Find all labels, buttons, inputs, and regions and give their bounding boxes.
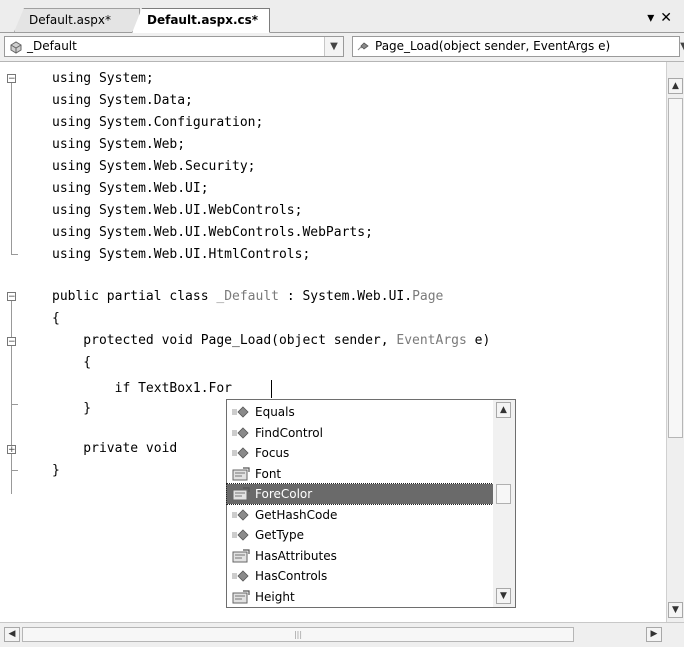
completion-item-label: Height <box>255 589 295 604</box>
tab-default-aspx-cs[interactable]: Default.aspx.cs* <box>132 8 270 33</box>
code-line: using System.Web.Security; <box>52 159 256 174</box>
code-line: using System.Configuration; <box>52 115 264 130</box>
property-icon <box>231 466 251 481</box>
completion-item-label: HasControls <box>255 569 328 583</box>
chevron-down-icon[interactable]: ▼ <box>675 37 684 56</box>
completion-item-label: Equals <box>255 405 295 419</box>
completion-item[interactable]: HasControls <box>227 566 493 586</box>
code-text: : System.Web.UI. <box>279 289 413 304</box>
completion-list-scrollbar-thumb[interactable] <box>496 484 511 504</box>
completion-item[interactable]: GetHashCode <box>227 505 493 525</box>
scroll-down-icon[interactable]: ▼ <box>496 588 511 604</box>
method-icon <box>231 405 251 419</box>
completion-item[interactable]: Equals <box>227 402 493 422</box>
class-icon <box>10 41 22 54</box>
code-line: } <box>52 463 60 478</box>
completion-item[interactable]: Height <box>227 587 493 607</box>
scroll-left-icon[interactable]: ◀ <box>4 627 20 642</box>
code-line: { <box>52 355 92 370</box>
tab-default-aspx[interactable]: Default.aspx* <box>14 8 140 32</box>
code-line: using System.Web.UI.WebControls; <box>52 203 303 218</box>
code-line: using System.Data; <box>52 93 193 108</box>
class-selector-dropdown[interactable]: _Default ▼ <box>4 36 344 57</box>
completion-list-scrollbar[interactable]: ▲ ▼ <box>493 400 515 607</box>
completion-item[interactable]: FindControl <box>227 423 493 443</box>
scroll-up-icon[interactable]: ▲ <box>496 402 511 418</box>
completion-item-label: Font <box>255 466 282 481</box>
code-text: public partial class <box>52 289 217 304</box>
completion-item-label: GetType <box>255 528 304 542</box>
method-icon <box>231 569 251 583</box>
completion-item[interactable]: ForeColor <box>226 483 494 505</box>
method-icon <box>231 446 251 460</box>
completion-item[interactable]: Focus <box>227 443 493 463</box>
vertical-scrollbar-thumb[interactable] <box>668 98 683 438</box>
tab-controls: ▾✕ <box>647 10 678 26</box>
code-line: } <box>52 401 92 416</box>
outline-guide <box>11 254 18 255</box>
expand-icon[interactable]: + <box>7 445 16 455</box>
code-line-method-declaration: protected void Page_Load(object sender, … <box>52 330 490 352</box>
completion-item-label: ForeColor <box>255 487 313 501</box>
text-caret <box>271 380 272 398</box>
chevron-down-icon[interactable]: ▼ <box>324 37 343 56</box>
close-icon[interactable]: ✕ <box>660 10 678 26</box>
code-editor-window: Default.aspx* Default.aspx.cs* ▾✕ _Defau… <box>0 0 684 647</box>
method-icon <box>231 426 251 440</box>
code-line: using System; <box>52 71 154 86</box>
collapse-icon[interactable]: − <box>7 292 16 302</box>
scroll-up-icon[interactable]: ▲ <box>668 78 683 94</box>
intellisense-completion-list[interactable]: Equals FindControl Focus Font ForeColor GetHa… <box>226 399 516 608</box>
class-name-token: _Default <box>216 289 279 304</box>
horizontal-scrollbar[interactable]: ◀ ||| ▶ <box>0 622 684 647</box>
completion-item-label: HasAttributes <box>255 548 337 563</box>
completion-item[interactable]: HasAttributes <box>227 546 493 566</box>
code-text: protected void Page_Load(object sender, <box>52 333 397 348</box>
scroll-down-icon[interactable]: ▼ <box>668 602 683 618</box>
code-line: using System.Web.UI.HtmlControls; <box>52 247 311 262</box>
collapse-icon[interactable]: − <box>7 74 16 84</box>
scroll-right-icon[interactable]: ▶ <box>646 627 662 642</box>
outline-guide <box>11 346 12 404</box>
method-icon <box>231 528 251 542</box>
completion-item-label: GetHashCode <box>255 507 338 522</box>
tab-list-dropdown-icon[interactable]: ▾ <box>647 10 660 26</box>
completion-item-label: FindControl <box>255 425 323 440</box>
method-icon <box>231 508 251 522</box>
completion-item[interactable]: Font <box>227 464 493 484</box>
code-line: using System.Web.UI; <box>52 181 209 196</box>
code-text: e) <box>466 333 491 348</box>
outline-guide <box>11 404 18 405</box>
method-icon <box>357 42 369 51</box>
property-icon <box>231 548 251 563</box>
member-selector-value: Page_Load(object sender, EventArgs e) <box>375 39 611 53</box>
navigation-bar: _Default ▼ Page_Load(object sender, Even… <box>0 33 684 62</box>
document-tab-strip: Default.aspx* Default.aspx.cs* ▾✕ <box>0 0 684 33</box>
collapse-icon[interactable]: − <box>7 337 16 347</box>
vertical-scrollbar[interactable]: ▲ ▼ <box>666 62 684 622</box>
completion-item[interactable]: GetType <box>227 525 493 545</box>
completion-item-label: Focus <box>255 446 290 460</box>
outline-guide <box>11 470 18 471</box>
outline-guide <box>11 83 12 254</box>
type-token: EventArgs <box>396 333 467 348</box>
member-selector-dropdown[interactable]: Page_Load(object sender, EventArgs e) ▼ <box>352 36 684 57</box>
type-token: Page <box>412 289 444 304</box>
class-selector-value: _Default <box>27 39 77 53</box>
code-line: using System.Web.UI.WebControls.WebParts… <box>52 225 373 240</box>
code-line-current: if TextBox1.For <box>52 381 233 396</box>
property-icon <box>231 487 251 501</box>
property-icon <box>231 589 251 604</box>
code-line-class-declaration: public partial class _Default : System.W… <box>52 286 443 308</box>
horizontal-scrollbar-thumb[interactable]: ||| <box>22 627 574 642</box>
code-line: using System.Web; <box>52 137 186 152</box>
code-line: private void <box>52 441 178 456</box>
code-line: { <box>52 311 60 326</box>
